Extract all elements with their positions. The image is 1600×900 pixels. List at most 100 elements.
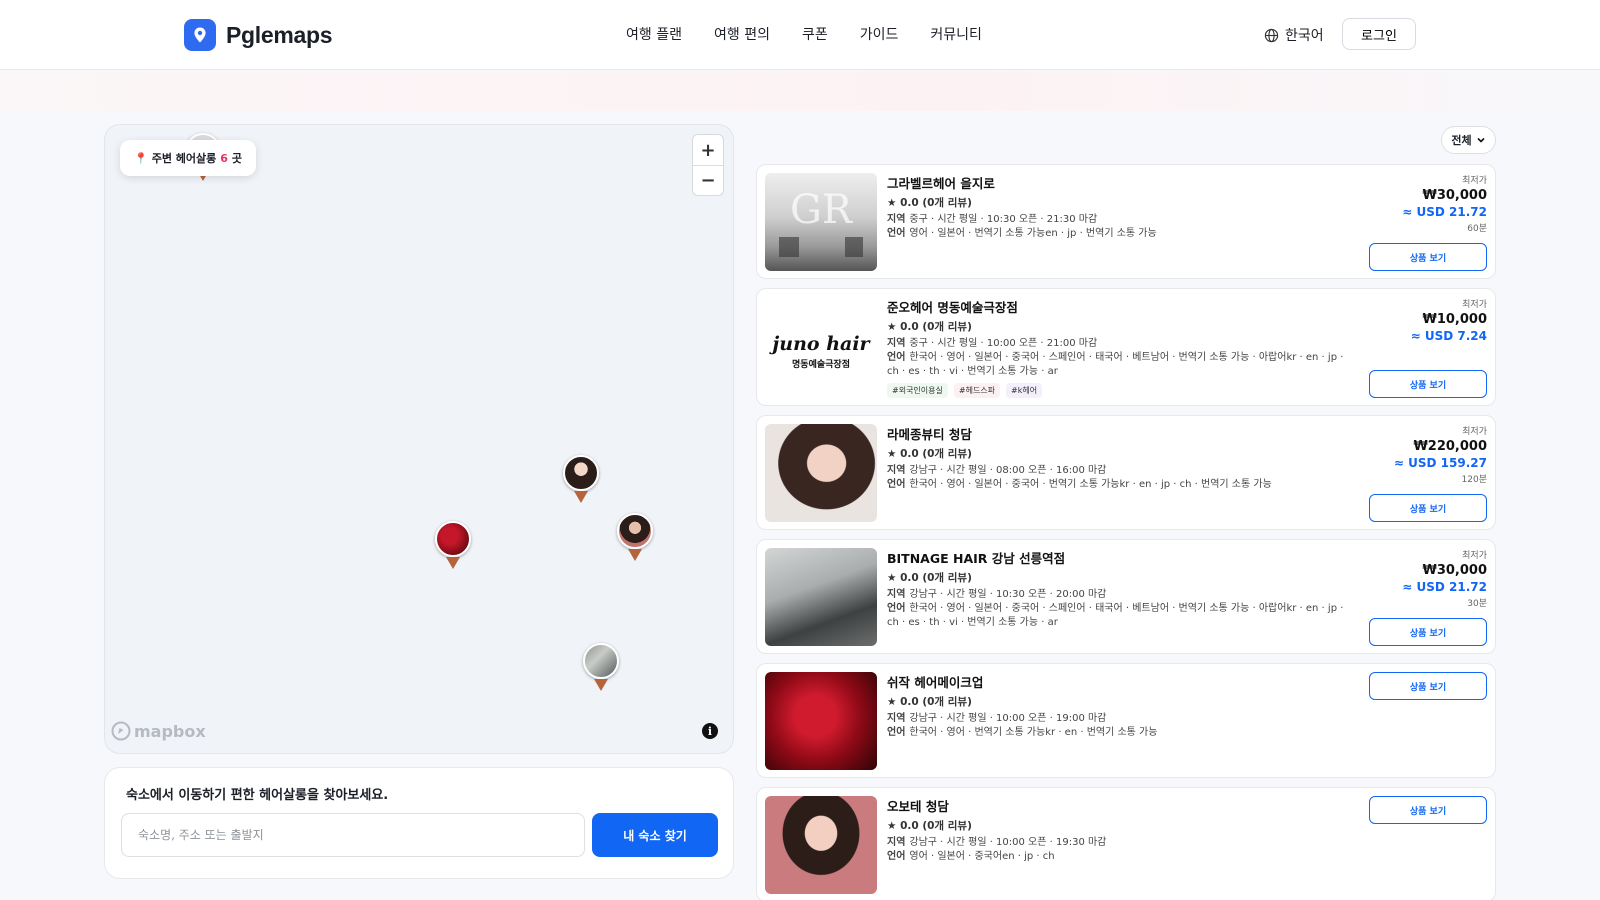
hero-band — [0, 71, 1600, 111]
salon-rating: ★ 0.0 (0개 리뷰) — [887, 696, 972, 708]
language-value: 한국어 · 영어 · 일본어 · 중국어 · 스페인어 · 태국어 · 베트남어… — [887, 352, 1344, 377]
map-pin[interactable] — [615, 513, 655, 567]
price-krw: ₩30,000 — [1422, 563, 1487, 578]
view-product-button[interactable]: 상품 보기 — [1369, 494, 1487, 522]
chevron-down-icon — [1477, 137, 1485, 143]
region-label: 지역 — [887, 214, 906, 225]
price-column: 최저가 ₩10,000 ≈ USD 7.24 — [1411, 297, 1487, 343]
map-pin[interactable] — [433, 521, 473, 575]
language-value: 영어 · 일본어 · 중국어en · jp · ch — [909, 851, 1055, 862]
salon-photo — [563, 455, 599, 491]
lowest-price-label: 최저가 — [1462, 427, 1487, 437]
price-krw: ₩10,000 — [1422, 312, 1487, 327]
salon-info: 그라벨르헤어 을지로 ★ 0.0 (0개 리뷰) 지역 중구 · 시간 평일 · … — [887, 173, 1357, 241]
salon-tag[interactable]: #헤드스파 — [953, 383, 1001, 398]
salon-thumbnail: GR — [765, 173, 877, 271]
salon-name[interactable]: BITNAGE HAIR 강남 선릉역점 — [887, 548, 1357, 567]
language-label: 언어 — [887, 603, 906, 614]
service-duration: 60분 — [1467, 224, 1487, 234]
map-pin[interactable] — [581, 643, 621, 697]
zoom-out-button[interactable]: − — [693, 165, 723, 195]
salon-language-row: 언어 영어 · 일본어 · 번역기 소통 가능en · jp · 번역기 소통 가… — [887, 227, 1357, 241]
service-duration: 30분 — [1467, 599, 1487, 609]
salon-card[interactable]: GR 그라벨르헤어 을지로 ★ 0.0 (0개 리뷰) 지역 중구 · 시간 평일… — [756, 164, 1496, 279]
service-duration: 120분 — [1461, 475, 1487, 485]
info-icon[interactable]: i — [702, 723, 718, 739]
salon-card[interactable]: 쉬작 헤어메이크업 ★ 0.0 (0개 리뷰) 지역 강남구 · 시간 평일 · … — [756, 663, 1496, 778]
salon-tag[interactable]: #k헤어 — [1006, 383, 1043, 398]
salon-card[interactable]: BITNAGE HAIR 강남 선릉역점 ★ 0.0 (0개 리뷰) 지역 강남구… — [756, 539, 1496, 654]
region-label: 지역 — [887, 589, 906, 600]
salon-region-row: 지역 중구 · 시간 평일 · 10:30 오픈 · 21:30 마감 — [887, 213, 1357, 227]
language-selector[interactable]: 한국어 — [1264, 25, 1324, 45]
price-usd: ≈ USD 159.27 — [1393, 456, 1487, 470]
salon-rating: ★ 0.0 (0개 리뷰) — [887, 321, 972, 333]
mapbox-wordmark: mapbox — [134, 721, 206, 741]
salon-region-row: 지역 강남구 · 시간 평일 · 10:00 오픈 · 19:30 마감 — [887, 836, 1357, 850]
region-value: 강남구 · 시간 평일 · 08:00 오픈 · 16:00 마감 — [909, 465, 1107, 476]
view-product-button[interactable]: 상품 보기 — [1369, 243, 1487, 271]
filter-label: 전체 — [1451, 134, 1472, 147]
language-label: 언어 — [887, 479, 906, 490]
language-value: 한국어 · 영어 · 일본어 · 중국어 · 스페인어 · 태국어 · 베트남어… — [887, 603, 1344, 628]
region-label: 지역 — [887, 837, 906, 848]
region-value: 중구 · 시간 평일 · 10:30 오픈 · 21:30 마감 — [909, 214, 1098, 225]
svg-text:명동예술극장점: 명동예술극장점 — [792, 358, 850, 370]
lowest-price-label: 최저가 — [1462, 300, 1487, 310]
salon-card[interactable]: 오보테 청담 ★ 0.0 (0개 리뷰) 지역 강남구 · 시간 평일 · 10:… — [756, 787, 1496, 900]
price-usd: ≈ USD 7.24 — [1410, 329, 1487, 343]
salon-language-row: 언어 영어 · 일본어 · 중국어en · jp · ch — [887, 850, 1357, 864]
nav-community[interactable]: 커뮤니티 — [914, 24, 998, 44]
salon-thumbnail — [765, 796, 877, 894]
map-pin[interactable] — [561, 455, 601, 509]
accommodation-search-card: 숙소에서 이동하기 편한 헤어살롱을 찾아보세요. 내 숙소 찾기 — [104, 767, 734, 879]
view-product-button[interactable]: 상품 보기 — [1369, 796, 1487, 824]
salon-info: 쉬작 헤어메이크업 ★ 0.0 (0개 리뷰) 지역 강남구 · 시간 평일 · … — [887, 672, 1357, 740]
lowest-price-label: 최저가 — [1462, 551, 1487, 561]
salon-language-row: 언어 한국어 · 영어 · 일본어 · 중국어 · 스페인어 · 태국어 · 베트… — [887, 351, 1357, 379]
nav-travel-convenience[interactable]: 여행 편의 — [698, 24, 786, 44]
price-column: 최저가 ₩30,000 ≈ USD 21.72 60분 — [1402, 173, 1487, 234]
view-product-button[interactable]: 상품 보기 — [1369, 672, 1487, 700]
language-value: 영어 · 일본어 · 번역기 소통 가능en · jp · 번역기 소통 가능 — [909, 228, 1157, 239]
region-label: 지역 — [887, 713, 906, 724]
category-filter-dropdown[interactable]: 전체 — [1441, 126, 1496, 154]
salon-tag[interactable]: #외국인이용실 — [887, 383, 948, 398]
language-label: 언어 — [887, 851, 906, 862]
salon-name[interactable]: 그라벨르헤어 을지로 — [887, 173, 1357, 192]
login-button[interactable]: 로그인 — [1342, 18, 1416, 50]
salon-thumbnail — [765, 672, 877, 770]
badge-suffix: 곳 — [231, 152, 243, 165]
salon-region-row: 지역 강남구 · 시간 평일 · 10:00 오픈 · 19:00 마감 — [887, 712, 1357, 726]
region-value: 강남구 · 시간 평일 · 10:00 오픈 · 19:30 마감 — [909, 837, 1107, 848]
salon-card[interactable]: juno hair 명동예술극장점 준오헤어 명동예술극장점 ★ 0.0 (0개 … — [756, 288, 1496, 406]
zoom-in-button[interactable]: + — [693, 135, 723, 165]
salon-card[interactable]: 라메종뷰티 청담 ★ 0.0 (0개 리뷰) 지역 강남구 · 시간 평일 · 0… — [756, 415, 1496, 530]
mapbox-attribution[interactable]: mapbox — [111, 721, 206, 741]
salon-name[interactable]: 라메종뷰티 청담 — [887, 424, 1357, 443]
salon-map[interactable]: 📍 주변 헤어살롱 6곳 + − mapbox i — [104, 124, 734, 754]
salon-name[interactable]: 쉬작 헤어메이크업 — [887, 672, 1357, 691]
nav-travel-plan[interactable]: 여행 플랜 — [610, 24, 698, 44]
view-product-button[interactable]: 상품 보기 — [1369, 370, 1487, 398]
region-value: 중구 · 시간 평일 · 10:00 오픈 · 21:00 마감 — [909, 338, 1098, 349]
pin-tail — [446, 557, 460, 569]
language-label: 언어 — [887, 727, 906, 738]
brand-logo[interactable]: Pglemaps — [184, 19, 333, 51]
accommodation-search-input[interactable] — [121, 813, 585, 857]
nav-coupon[interactable]: 쿠폰 — [786, 24, 844, 44]
svg-text:GR: GR — [790, 187, 854, 233]
svg-text:juno hair: juno hair — [768, 333, 871, 355]
language-label: 한국어 — [1285, 28, 1324, 44]
main-nav: 여행 플랜 여행 편의 쿠폰 가이드 커뮤니티 — [610, 24, 998, 44]
region-label: 지역 — [887, 465, 906, 476]
view-product-button[interactable]: 상품 보기 — [1369, 618, 1487, 646]
salon-name[interactable]: 준오헤어 명동예술극장점 — [887, 297, 1357, 316]
badge-count: 6 — [220, 151, 228, 165]
salon-name[interactable]: 오보테 청담 — [887, 796, 1357, 815]
badge-prefix: 주변 헤어살롱 — [151, 152, 217, 165]
nav-guide[interactable]: 가이드 — [844, 24, 915, 44]
top-header: Pglemaps 여행 플랜 여행 편의 쿠폰 가이드 커뮤니티 한국어 로그인 — [0, 0, 1600, 70]
region-label: 지역 — [887, 338, 906, 349]
find-accommodation-button[interactable]: 내 숙소 찾기 — [592, 813, 718, 857]
